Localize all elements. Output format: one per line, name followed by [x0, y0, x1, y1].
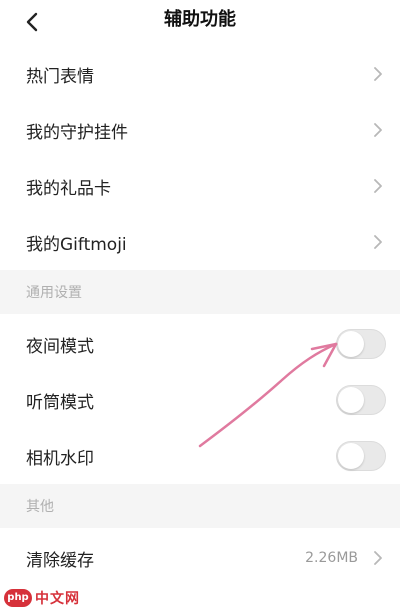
watermark-logo: php: [4, 589, 32, 607]
setting-row-earpiece-mode: 听筒模式: [0, 372, 400, 428]
page-title: 辅助功能: [164, 9, 236, 30]
toggle-knob: [338, 443, 364, 469]
list-item-label: 清除缓存: [26, 550, 94, 571]
section-title: 通用设置: [26, 285, 82, 301]
setting-row-camera-watermark: 相机水印: [0, 428, 400, 484]
list-item-gift-card[interactable]: 我的礼品卡: [0, 158, 400, 214]
watermark-text: 中文网: [35, 591, 80, 607]
night-mode-toggle[interactable]: [336, 329, 386, 359]
chevron-right-icon: [372, 66, 384, 82]
chevron-right-icon: [372, 178, 384, 194]
site-watermark: php 中文网: [4, 588, 80, 608]
toggle-knob: [338, 387, 364, 413]
section-header-other: 其他: [0, 484, 400, 528]
setting-label: 相机水印: [26, 448, 94, 469]
chevron-right-icon: [372, 550, 384, 566]
camera-watermark-toggle[interactable]: [336, 441, 386, 471]
section-header-general: 通用设置: [0, 270, 400, 314]
list-item-label: 我的礼品卡: [26, 178, 111, 199]
list-item-hot-stickers[interactable]: 热门表情: [0, 46, 400, 102]
list-item-guard-pendant[interactable]: 我的守护挂件: [0, 102, 400, 158]
header-bar: 辅助功能: [0, 0, 400, 47]
toggle-knob: [338, 331, 364, 357]
list-item-label: 我的Giftmoji: [26, 234, 127, 255]
setting-row-night-mode: 夜间模式: [0, 316, 400, 372]
list-item-giftmoji[interactable]: 我的Giftmoji: [0, 214, 400, 270]
list-item-label: 我的守护挂件: [26, 122, 128, 143]
list-item-clear-cache[interactable]: 清除缓存 2.26MB: [0, 530, 400, 586]
chevron-right-icon: [372, 122, 384, 138]
list-item-label: 热门表情: [26, 66, 94, 87]
earpiece-mode-toggle[interactable]: [336, 385, 386, 415]
setting-label: 夜间模式: [26, 336, 94, 357]
setting-label: 听筒模式: [26, 392, 94, 413]
cache-size-value: 2.26MB: [305, 550, 358, 566]
chevron-right-icon: [372, 234, 384, 250]
section-title: 其他: [26, 499, 54, 515]
